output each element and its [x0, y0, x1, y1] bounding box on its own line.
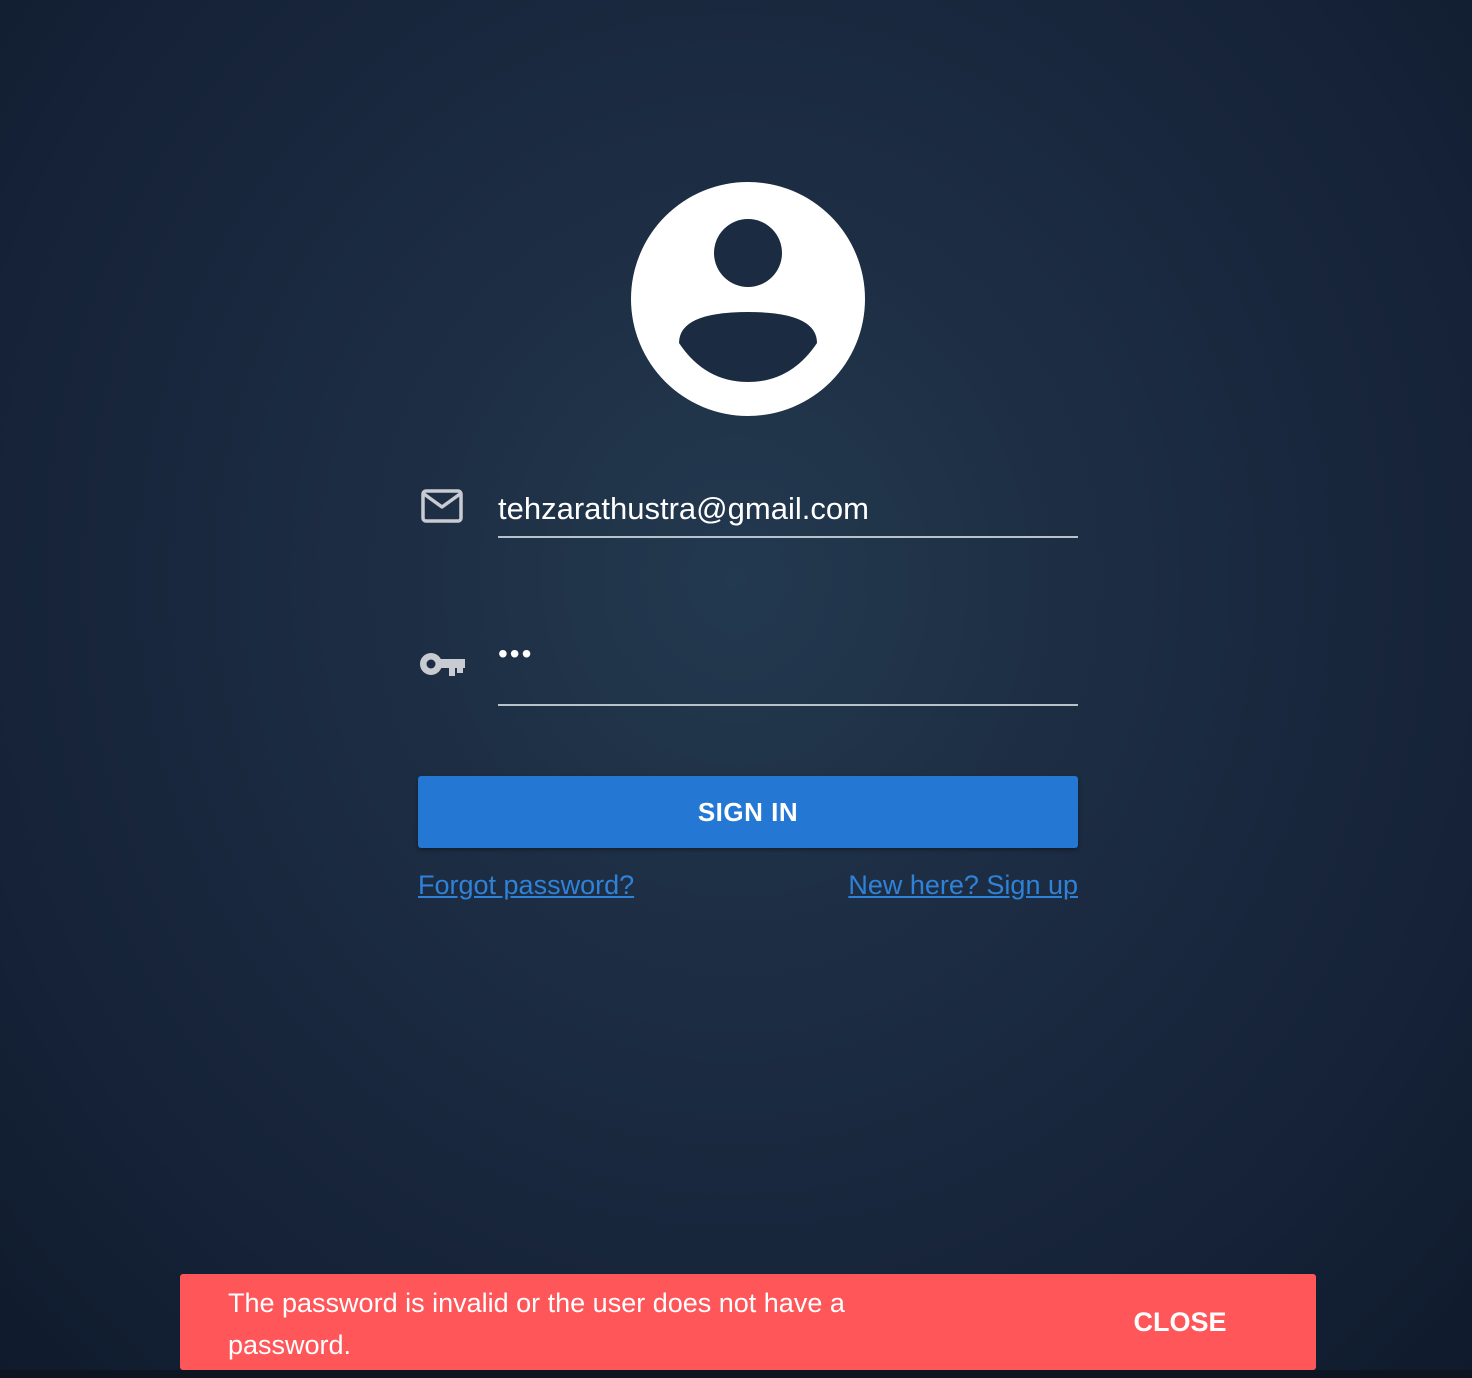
password-field[interactable] — [498, 636, 1078, 706]
sign-in-button[interactable]: SIGN IN — [418, 776, 1078, 848]
mail-icon — [421, 489, 463, 523]
key-icon — [420, 653, 465, 676]
email-field[interactable] — [498, 484, 1078, 538]
error-snackbar: The password is invalid or the user does… — [180, 1274, 1316, 1370]
snackbar-message: The password is invalid or the user does… — [228, 1288, 845, 1360]
bottom-edge — [0, 1370, 1472, 1378]
forgot-password-link[interactable]: Forgot password? — [418, 870, 634, 901]
sign-up-link[interactable]: New here? Sign up — [848, 870, 1078, 901]
account-circle-icon — [631, 182, 865, 416]
email-input[interactable] — [498, 484, 1078, 534]
close-button[interactable]: CLOSE — [1120, 1302, 1240, 1342]
password-input[interactable] — [498, 636, 1078, 672]
